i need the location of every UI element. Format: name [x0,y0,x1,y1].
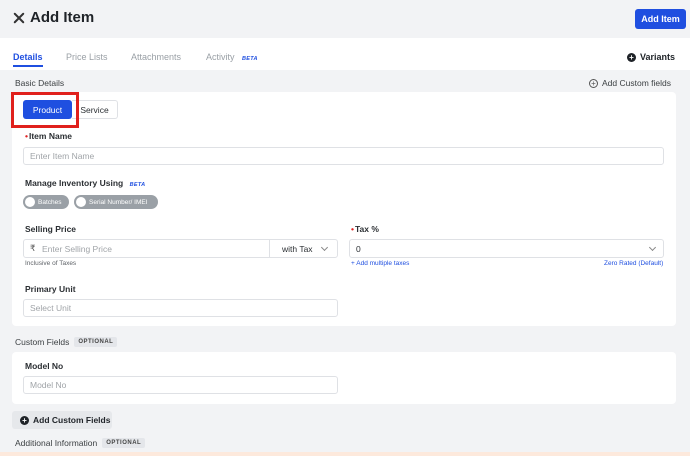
tax-mode-value: with Tax [282,243,313,254]
manage-inventory-label: Manage Inventory Using BETA [25,178,146,188]
additional-info-header: Additional Information OPTIONAL [15,438,146,448]
plus-circle-icon: + [627,52,636,62]
tab-price-lists[interactable]: Price Lists [66,52,108,62]
selling-price-label: Selling Price [25,224,77,234]
plus-circle-icon: + [20,415,29,425]
additional-info-panel-edge [0,452,690,456]
variants-button[interactable]: + Variants [627,52,675,62]
primary-unit-label: Primary Unit [25,284,76,294]
custom-fields-label: Custom Fields [15,337,70,347]
variants-label: Variants [640,52,676,62]
inclusive-taxes-hint: Inclusive of Taxes [25,260,77,267]
batches-toggle[interactable]: Batches [23,195,69,209]
rupee-icon: ₹ [30,243,36,253]
chevron-down-icon [320,243,328,251]
toggle-knob [25,197,35,207]
tax-value: 0 [356,243,361,254]
zero-rated-link[interactable]: Zero Rated (Default) [604,260,663,267]
toggle-knob [76,197,86,207]
chevron-down-icon [648,243,657,251]
plus-circle-outline-icon: + [589,78,598,88]
add-custom-fields-button-label: Add Custom Fields [33,415,111,425]
add-item-button[interactable]: Add Item [635,9,686,29]
selling-price-input[interactable] [36,240,268,257]
tab-activity[interactable]: Activity BETA [206,52,258,62]
close-icon[interactable] [12,11,26,25]
tab-details[interactable]: Details [13,52,43,62]
beta-badge: BETA [129,182,146,188]
required-asterisk: • [351,224,354,234]
primary-unit-input[interactable] [23,299,338,317]
add-custom-fields-label: Add Custom fields [602,78,671,88]
add-multiple-taxes-link[interactable]: + Add multiple taxes [351,260,409,267]
serial-number-toggle-label: Serial Number/ IMEI [89,198,148,206]
item-name-label: •Item Name [25,131,72,141]
additional-info-label: Additional Information [15,438,98,448]
basic-details-card [12,92,676,326]
item-name-input[interactable] [23,147,664,165]
required-asterisk: • [25,131,28,141]
optional-badge: OPTIONAL [74,337,118,347]
model-no-input[interactable] [23,376,338,394]
add-custom-fields-link[interactable]: + Add Custom fields [589,78,671,88]
highlight-box [11,92,79,128]
top-bar [0,0,690,38]
active-tab-indicator [13,65,43,67]
basic-details-label: Basic Details [15,78,65,88]
tab-activity-label: Activity [206,52,235,62]
serial-number-toggle[interactable]: Serial Number/ IMEI [74,195,158,209]
batches-toggle-label: Batches [38,198,62,206]
custom-fields-header: Custom Fields OPTIONAL [15,337,118,347]
beta-badge: BETA [242,56,258,62]
add-custom-fields-button[interactable]: + Add Custom Fields [12,411,112,429]
tax-label: •Tax % [351,224,379,234]
page-title: Add Item [30,9,95,26]
model-no-label: Model No [25,361,64,371]
tab-attachments[interactable]: Attachments [131,52,181,62]
tax-select[interactable]: 0 [349,239,664,258]
optional-badge: OPTIONAL [102,438,146,448]
tax-mode-select[interactable]: with Tax [269,239,338,258]
